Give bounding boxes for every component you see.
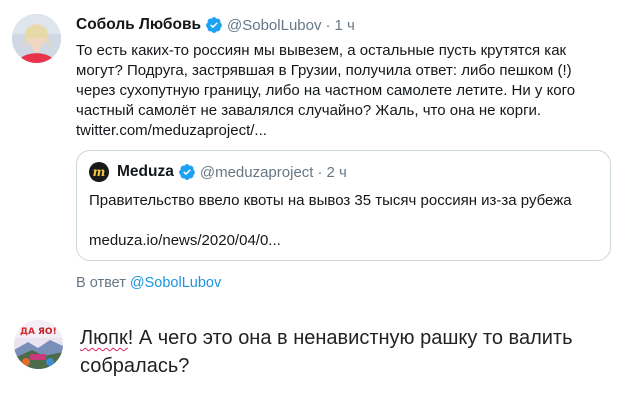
commenter-avatar[interactable]: ДА ЯО! <box>14 320 63 369</box>
quoted-tweet-timestamp: 2 ч <box>326 163 347 181</box>
meduza-logo-icon: m <box>89 162 109 182</box>
tweet-text-line: могут? Подруга, застрявшая в Грузии, пол… <box>76 62 572 79</box>
quoted-tweet-text: Правительство ввело квоты на вывоз 35 ты… <box>89 192 572 209</box>
tweet-text-line: частный самолёт не завалялся случайно? Ж… <box>76 102 542 119</box>
reply-prefix: В ответ <box>76 275 126 291</box>
tweet-header: Соболь Любовь @SobolLubov · 1 ч <box>76 14 355 36</box>
reply-context: В ответ @SobolLubov <box>76 275 221 291</box>
author-handle[interactable]: @SobolLubov <box>227 17 321 34</box>
svg-text:ЯО!: ЯО! <box>38 327 57 337</box>
verified-badge-icon <box>178 164 195 180</box>
tweet-timestamp[interactable]: 1 ч <box>334 17 354 34</box>
tweet-text-line: То есть каких-то россиян мы вывезем, а о… <box>76 42 567 59</box>
quoted-header-separator: · <box>317 163 323 181</box>
comment-text-rest: ! А чего это она в ненавистную рашку то … <box>127 327 573 349</box>
tweet-body: То есть каких-то россиян мы вывезем, а о… <box>76 41 606 141</box>
misspelled-word: Люпк <box>80 327 128 349</box>
comment-body: Люпк! А чего это она в ненавистную рашку… <box>80 324 600 380</box>
tweet-link[interactable]: twitter.com/meduzaproject/... <box>76 121 606 141</box>
comment-text-line: собралась? <box>80 355 190 377</box>
comment-text-line: Люпк! А чего это она в ненавистную рашку… <box>80 324 600 352</box>
commenter-avatar-image: ДА ЯО! <box>14 320 63 369</box>
comment: ДА ЯО! Люпк! А чего это она в ненавистну… <box>0 300 620 411</box>
quoted-author-name: Meduza <box>117 163 174 180</box>
tweet: Соболь Любовь @SobolLubov · 1 ч То есть … <box>0 0 620 300</box>
reply-mention-link[interactable]: @SobolLubov <box>130 275 221 291</box>
quoted-tweet-card[interactable]: m Meduza @meduzaproject · 2 ч Правительс… <box>76 150 611 261</box>
verified-badge-icon <box>206 17 222 33</box>
quoted-author-handle: @meduzaproject <box>199 163 314 181</box>
quoted-tweet-header: m Meduza @meduzaproject · 2 ч <box>89 161 347 183</box>
tweet-text-line: через сухопутную границу, либо на частно… <box>76 82 576 99</box>
header-separator: · <box>325 16 331 34</box>
author-avatar-image <box>12 14 61 63</box>
quoted-tweet-link[interactable]: meduza.io/news/2020/04/0... <box>89 231 281 251</box>
author-avatar[interactable] <box>12 14 61 63</box>
author-name[interactable]: Соболь Любовь <box>76 16 201 34</box>
svg-text:ДА: ДА <box>20 327 35 337</box>
